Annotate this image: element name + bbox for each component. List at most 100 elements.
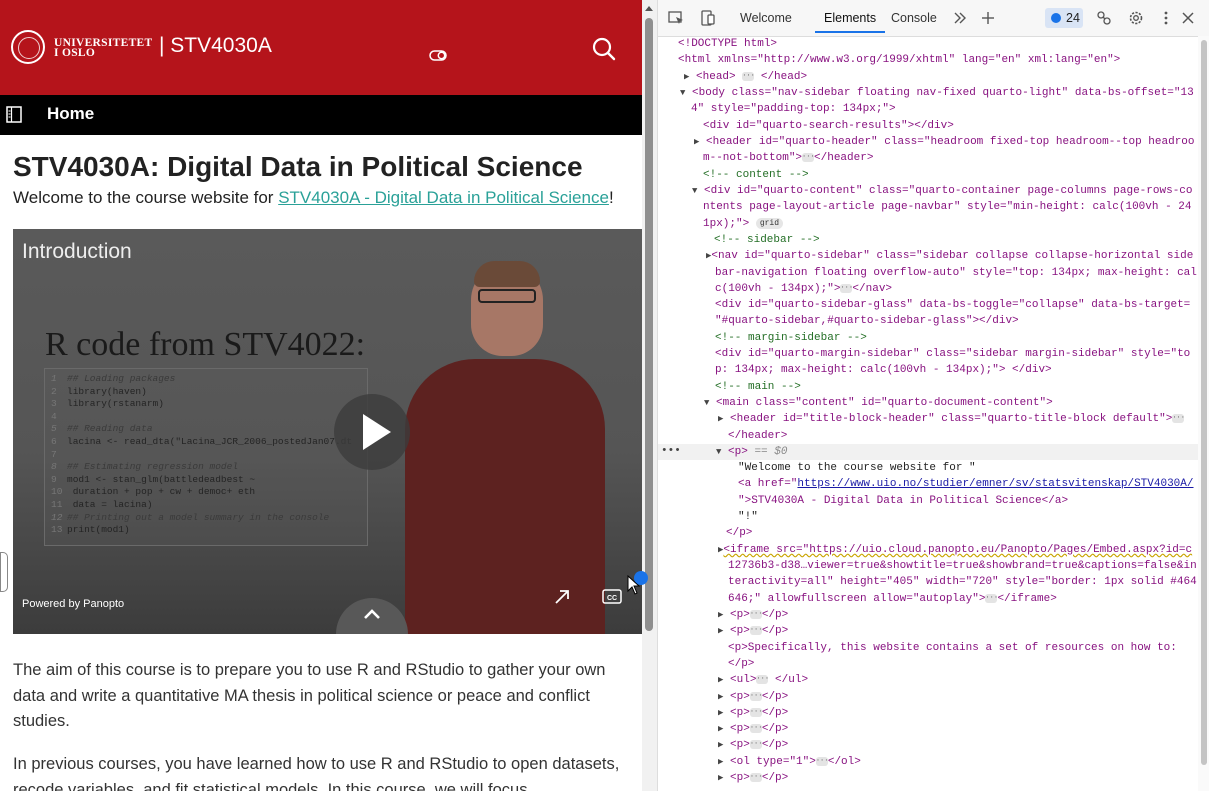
- dom-line[interactable]: </header>: [728, 428, 787, 444]
- more-tabs-icon[interactable]: [952, 10, 968, 26]
- dom-line[interactable]: ▶ <p>···</p>: [718, 623, 788, 639]
- dom-line[interactable]: ▶<nav id="quarto-sidebar" class="sidebar…: [706, 248, 1193, 264]
- add-tab-icon[interactable]: [980, 10, 996, 26]
- slide-code-line: 7: [51, 448, 57, 460]
- dom-line[interactable]: ▼ <main class="content" id="quarto-docum…: [704, 395, 1053, 411]
- dom-line[interactable]: ▶ <p>···</p>: [718, 721, 788, 737]
- issues-count: 24: [1066, 11, 1080, 25]
- closed-captions-icon[interactable]: CC: [602, 589, 622, 604]
- dom-line[interactable]: <!DOCTYPE html>: [678, 36, 777, 52]
- dom-line[interactable]: ▶ <header id="title-block-header" class=…: [718, 411, 1185, 427]
- slide-code-line: 11 data = lacina): [51, 499, 153, 510]
- uio-seal-logo[interactable]: [11, 30, 45, 64]
- dom-line[interactable]: p: 134px; max-height: calc(100vh - 134px…: [715, 362, 1052, 378]
- page-title: STV4030A: Digital Data in Political Scie…: [13, 151, 583, 182]
- slide-code-line: 10 duration + pop + cw + democ+ eth: [51, 486, 256, 498]
- paragraph-aim: The aim of this course is to prepare you…: [13, 661, 606, 730]
- dom-line[interactable]: <a href="https://www.uio.no/studier/emne…: [738, 476, 1194, 492]
- slide-code-line: 5 ## Reading data: [51, 423, 153, 435]
- welcome-text: Welcome to the course website for STV403…: [13, 188, 614, 207]
- dom-line[interactable]: 1px);"> grid: [703, 216, 784, 232]
- dom-line[interactable]: ▶ <ul>··· </ul>: [718, 672, 808, 688]
- dom-line[interactable]: </p>: [726, 525, 752, 541]
- dom-line[interactable]: ▶ <ol type="1">···</ol>: [718, 754, 861, 770]
- slide-code-line: 13 print(mod1): [51, 524, 130, 536]
- dom-line[interactable]: ▶ <head> ··· </head>: [684, 69, 807, 85]
- course-link[interactable]: STV4030A - Digital Data in Political Sci…: [278, 188, 609, 207]
- slide-code-line: 9 mod1 <- stan_glm(battledeadbest ~: [51, 473, 256, 485]
- dom-line[interactable]: <!-- content -->: [703, 167, 809, 183]
- search-icon[interactable]: [592, 37, 616, 61]
- tab-welcome[interactable]: Welcome: [740, 11, 792, 25]
- course-website: UNIVERSITETET I OSLO | STV4030A Home STV…: [0, 0, 642, 791]
- inspect-element-icon[interactable]: [668, 10, 684, 26]
- dom-line[interactable]: 646;" allowfullscreen allow="autoplay">·…: [728, 591, 1057, 607]
- devtools-scroll-thumb[interactable]: [1201, 40, 1207, 765]
- dom-line[interactable]: <p>Specifically, this website contains a…: [728, 640, 1177, 656]
- node-actions-dots-icon[interactable]: •••: [661, 444, 681, 458]
- dom-line[interactable]: <!-- margin-sidebar -->: [715, 330, 867, 346]
- dom-line[interactable]: ▶ <p>···</p>: [718, 737, 788, 753]
- university-name[interactable]: UNIVERSITETET I OSLO: [54, 37, 153, 59]
- dom-line[interactable]: ▼ <div id="quarto-content" class="quarto…: [692, 183, 1193, 199]
- dom-line[interactable]: <!-- main -->: [715, 379, 801, 395]
- scroll-up-arrow-icon[interactable]: [645, 6, 653, 11]
- dom-line[interactable]: 12736b3-d38…viewer=true&showtitle=true&s…: [728, 558, 1197, 574]
- more-options-icon[interactable]: [1158, 10, 1174, 26]
- dom-line[interactable]: <div id="quarto-sidebar-glass" data-bs-t…: [715, 297, 1190, 313]
- dom-line[interactable]: <!-- sidebar -->: [714, 232, 820, 248]
- nav-home-link[interactable]: Home: [47, 104, 94, 124]
- dom-line[interactable]: bar-navigation floating overflow-auto" s…: [715, 265, 1197, 281]
- dom-line[interactable]: ▶ <p>···</p>: [718, 607, 788, 623]
- dom-line[interactable]: ntents page-layout-article page-navbar" …: [703, 199, 1191, 215]
- dom-line[interactable]: "Welcome to the course website for ": [738, 460, 976, 476]
- dom-line[interactable]: 4" style="padding-top: 134px;">: [691, 101, 896, 117]
- dom-line[interactable]: ▶<iframe src="https://uio.cloud.panopto.…: [718, 542, 1192, 558]
- nav-bar: [0, 95, 642, 135]
- tab-console[interactable]: Console: [891, 11, 937, 25]
- dom-line[interactable]: ▶ <p>···</p>: [718, 705, 788, 721]
- dom-line[interactable]: ▶ <header id="quarto-header" class="head…: [694, 134, 1195, 150]
- dom-line[interactable]: <div id="quarto-margin-sidebar" class="s…: [715, 346, 1190, 362]
- dom-line[interactable]: "!": [738, 509, 758, 525]
- course-code-title[interactable]: | STV4030A: [159, 34, 272, 58]
- powered-by-panopto[interactable]: Powered by Panopto: [22, 598, 124, 610]
- sidebar-toggle-icon[interactable]: [6, 106, 22, 123]
- slide-code-line: 1 ## Loading packages: [51, 373, 176, 384]
- dom-line[interactable]: teractivity=all" height="405" width="720…: [728, 574, 1197, 590]
- close-devtools-icon[interactable]: [1180, 10, 1196, 26]
- dom-line[interactable]: m--not-bottom">···</header>: [703, 150, 873, 166]
- video-title: Introduction: [22, 240, 132, 263]
- dom-line[interactable]: ">STV4030A - Digital Data in Political S…: [738, 493, 1068, 509]
- dom-line[interactable]: ▶ <p>···</p>: [718, 689, 788, 705]
- theme-toggle-icon[interactable]: [429, 50, 447, 61]
- dom-line[interactable]: <html xmlns="http://www.w3.org/1999/xhtm…: [678, 52, 1120, 68]
- network-conditions-icon[interactable]: [1096, 10, 1112, 26]
- tab-elements[interactable]: Elements: [824, 11, 876, 25]
- panel-resize-handle[interactable]: [0, 552, 8, 592]
- mouse-pointer-icon: [627, 575, 640, 595]
- dom-line[interactable]: ▶ <p>···</p>: [718, 770, 788, 786]
- open-external-icon[interactable]: [553, 588, 571, 606]
- dom-line[interactable]: <div id="quarto-search-results"></div>: [703, 118, 954, 134]
- svg-text:CC: CC: [607, 595, 617, 602]
- dom-line[interactable]: c(100vh - 134px);">···</nav>: [715, 281, 892, 297]
- settings-gear-icon[interactable]: [1128, 10, 1144, 26]
- paragraph-previous: In previous courses, you have learned ho…: [13, 755, 620, 791]
- slide-code-line: 8 ## Estimating regression model: [51, 461, 239, 473]
- href-link[interactable]: https://www.uio.no/studier/emner/sv/stat…: [797, 478, 1193, 490]
- dom-line[interactable]: </p>: [728, 656, 754, 672]
- slide-code-line: 3 library(rstanarm): [51, 398, 164, 410]
- device-emulation-icon[interactable]: [700, 10, 716, 26]
- grid-badge[interactable]: grid: [755, 217, 784, 229]
- site-scroll-thumb[interactable]: [645, 18, 653, 631]
- dom-line-selected[interactable]: ▼ <p> == $0: [716, 444, 787, 460]
- chevron-up-icon[interactable]: [363, 609, 381, 620]
- dom-tree: ••• <!DOCTYPE html> <html xmlns="http://…: [658, 36, 1198, 791]
- play-button[interactable]: [334, 394, 410, 470]
- slide-code-line: 2 library(haven): [51, 385, 147, 397]
- video-player[interactable]: Introduction R code from STV4022: 1 ## Lo…: [13, 229, 642, 634]
- slide-code-line: 6 lacina <- read_dta("Lacina_JCR_2006_pos…: [51, 436, 353, 447]
- dom-line[interactable]: ▼ <body class="nav-sidebar floating nav-…: [680, 85, 1194, 101]
- dom-line[interactable]: "#quarto-sidebar,#quarto-sidebar-glass">…: [715, 313, 1019, 329]
